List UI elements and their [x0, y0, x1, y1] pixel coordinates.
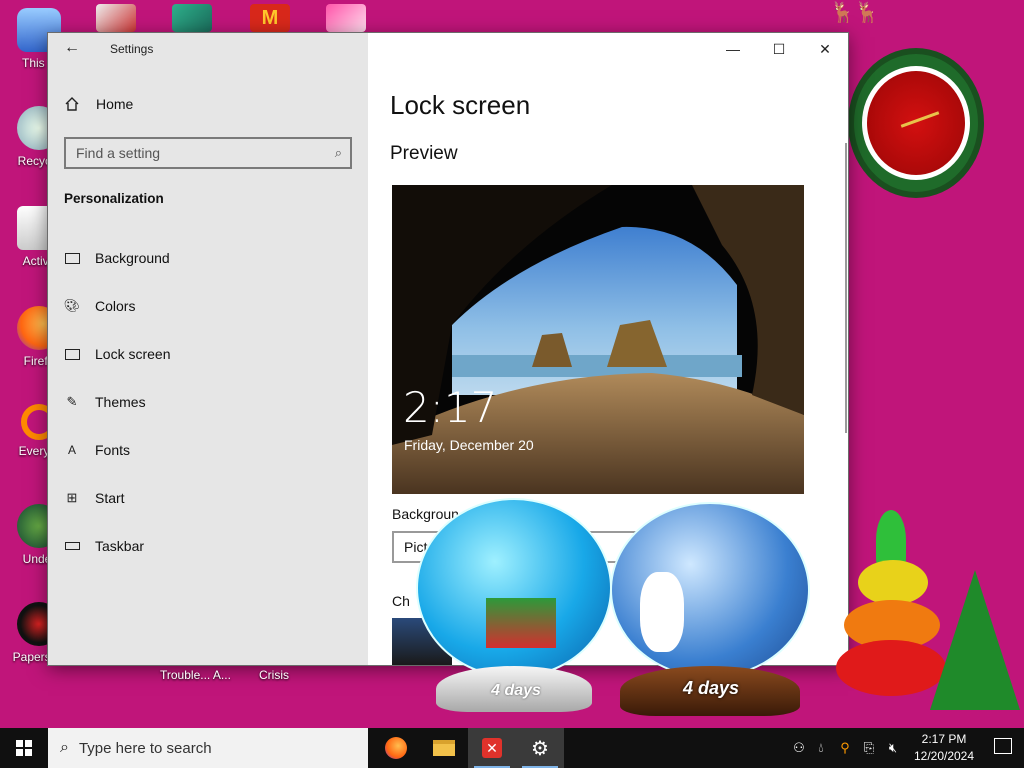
nav-item-label: Start [95, 490, 125, 506]
nav-item-label: Themes [95, 394, 146, 410]
find-setting-input[interactable] [66, 139, 350, 167]
countdown-text: 4 days [682, 678, 740, 698]
gear-icon: ⚙ [531, 737, 549, 760]
taskbar-icon [64, 538, 80, 554]
scrollbar[interactable] [845, 143, 847, 433]
firefox-icon [385, 737, 407, 759]
maximize-button[interactable]: ☐ [756, 33, 802, 65]
taskbar-settings[interactable]: ⚙ [516, 728, 564, 768]
nav-item-label: Background [95, 250, 170, 266]
minimize-button[interactable]: — [710, 33, 756, 65]
volume-muted-icon[interactable]: 🔇︎ [882, 728, 904, 768]
snow-globe-icon [610, 502, 810, 678]
back-arrow-icon: ← [64, 39, 80, 56]
nav-item-start[interactable]: ⊞ Start [48, 474, 368, 522]
lock-screen-date: Friday, December 20 [404, 437, 534, 453]
home-label: Home [96, 96, 134, 112]
notification-icon[interactable] [994, 738, 1012, 754]
nav-item-colors[interactable]: 🎨︎ Colors [48, 282, 368, 330]
taskbar-search-input[interactable] [78, 739, 339, 757]
settings-sidebar: ← Settings Home ⌕ Personalization Backgr… [48, 33, 368, 665]
taskbar-clock[interactable]: 2:17 PM 12/20/2024 [910, 731, 978, 765]
close-button[interactable]: ✕ [802, 33, 848, 65]
clock-time: 2:17 PM [921, 732, 967, 746]
countdown-text: 4 days [491, 682, 541, 699]
app-title: Settings [110, 42, 154, 56]
nav-item-background[interactable]: Background [48, 234, 368, 282]
lock-screen-preview: 2:17 Friday, December 20 [392, 185, 804, 494]
fonts-icon: A [67, 443, 76, 457]
search-tray-icon[interactable]: ⚲ [834, 728, 856, 768]
nav-item-label: Taskbar [95, 538, 145, 554]
snow-globe-gadget[interactable]: 4 days [416, 498, 612, 718]
picture-icon [64, 250, 80, 266]
page-title: Lock screen [390, 90, 531, 120]
choose-picture-label: Ch [392, 593, 410, 609]
lock-screen-time: 2:17 [403, 383, 498, 432]
windows-logo-icon [16, 740, 32, 756]
taskbar-search-box[interactable]: ⌕ [48, 728, 368, 768]
palette-icon: 🎨︎ [63, 298, 81, 313]
folder-icon [433, 740, 455, 756]
taskbar-firefox[interactable] [372, 728, 420, 768]
desktop-icon-label[interactable]: Trouble... A... [160, 668, 231, 682]
start-button[interactable] [0, 728, 48, 768]
nav-item-taskbar[interactable]: Taskbar [48, 522, 368, 570]
search-icon: ⌕ [60, 739, 69, 756]
start-icon: ⊞ [66, 490, 78, 505]
taskbar: ⌕ ✕ ⚙ ⚇ 💧︎ ⚲ ⎘ 🔇︎ 2:17 PM 12/20/2024 [0, 728, 1024, 768]
taskbar-red-x-app[interactable]: ✕ [468, 728, 516, 768]
nav-item-themes[interactable]: ✎ Themes [48, 378, 368, 426]
desktop-shortcut-icon[interactable] [96, 4, 136, 32]
christmas-clock-gadget[interactable] [846, 40, 986, 210]
nav-item-lock-screen[interactable]: Lock screen [48, 330, 368, 378]
section-title: Personalization [64, 191, 164, 206]
maximize-icon: ☐ [772, 40, 786, 57]
desktop-shortcut-icon[interactable] [326, 4, 366, 32]
nav-item-label: Fonts [95, 442, 131, 458]
find-setting-search[interactable]: ⌕ [64, 137, 352, 169]
search-icon: ⌕ [334, 145, 342, 160]
snowman-icon [640, 572, 684, 652]
desktop-shortcut-icon[interactable] [172, 4, 212, 32]
personalization-nav: Background 🎨︎ Colors Lock screen ✎ Theme… [48, 234, 368, 570]
title-bar[interactable]: ← Settings [48, 33, 368, 65]
back-button[interactable]: ← [60, 39, 84, 59]
clock-date: 12/20/2024 [913, 749, 975, 763]
home-icon [65, 97, 79, 111]
network-icon[interactable]: ⎘ [858, 728, 880, 768]
preview-heading: Preview [390, 143, 458, 164]
desktop-icon-label[interactable]: Crisis [259, 668, 289, 682]
snow-globe-icon [416, 498, 612, 678]
people-tray-icon[interactable]: ⚇ [788, 728, 810, 768]
close-icon: ✕ [819, 40, 831, 57]
gift-tree-icon [486, 598, 556, 648]
drop-tray-icon[interactable]: 💧︎ [810, 728, 832, 768]
clock-face-icon [862, 66, 970, 180]
snow-globe-gadget[interactable]: 4 days [610, 502, 810, 718]
taskbar-file-explorer[interactable] [420, 728, 468, 768]
nav-item-label: Colors [95, 298, 136, 314]
mcdonalds-icon[interactable]: M [250, 4, 290, 32]
red-x-icon: ✕ [482, 738, 502, 758]
minimize-icon: — [726, 41, 740, 57]
reindeer-icon: 🦌🦌 [830, 2, 880, 24]
themes-icon: ✎ [66, 394, 78, 409]
christmas-tree-icon [930, 570, 1020, 710]
nav-item-label: Lock screen [95, 346, 171, 362]
home-nav-item[interactable]: Home [64, 96, 133, 112]
nav-item-fonts[interactable]: A Fonts [48, 426, 368, 474]
lock-screen-icon [64, 346, 80, 362]
